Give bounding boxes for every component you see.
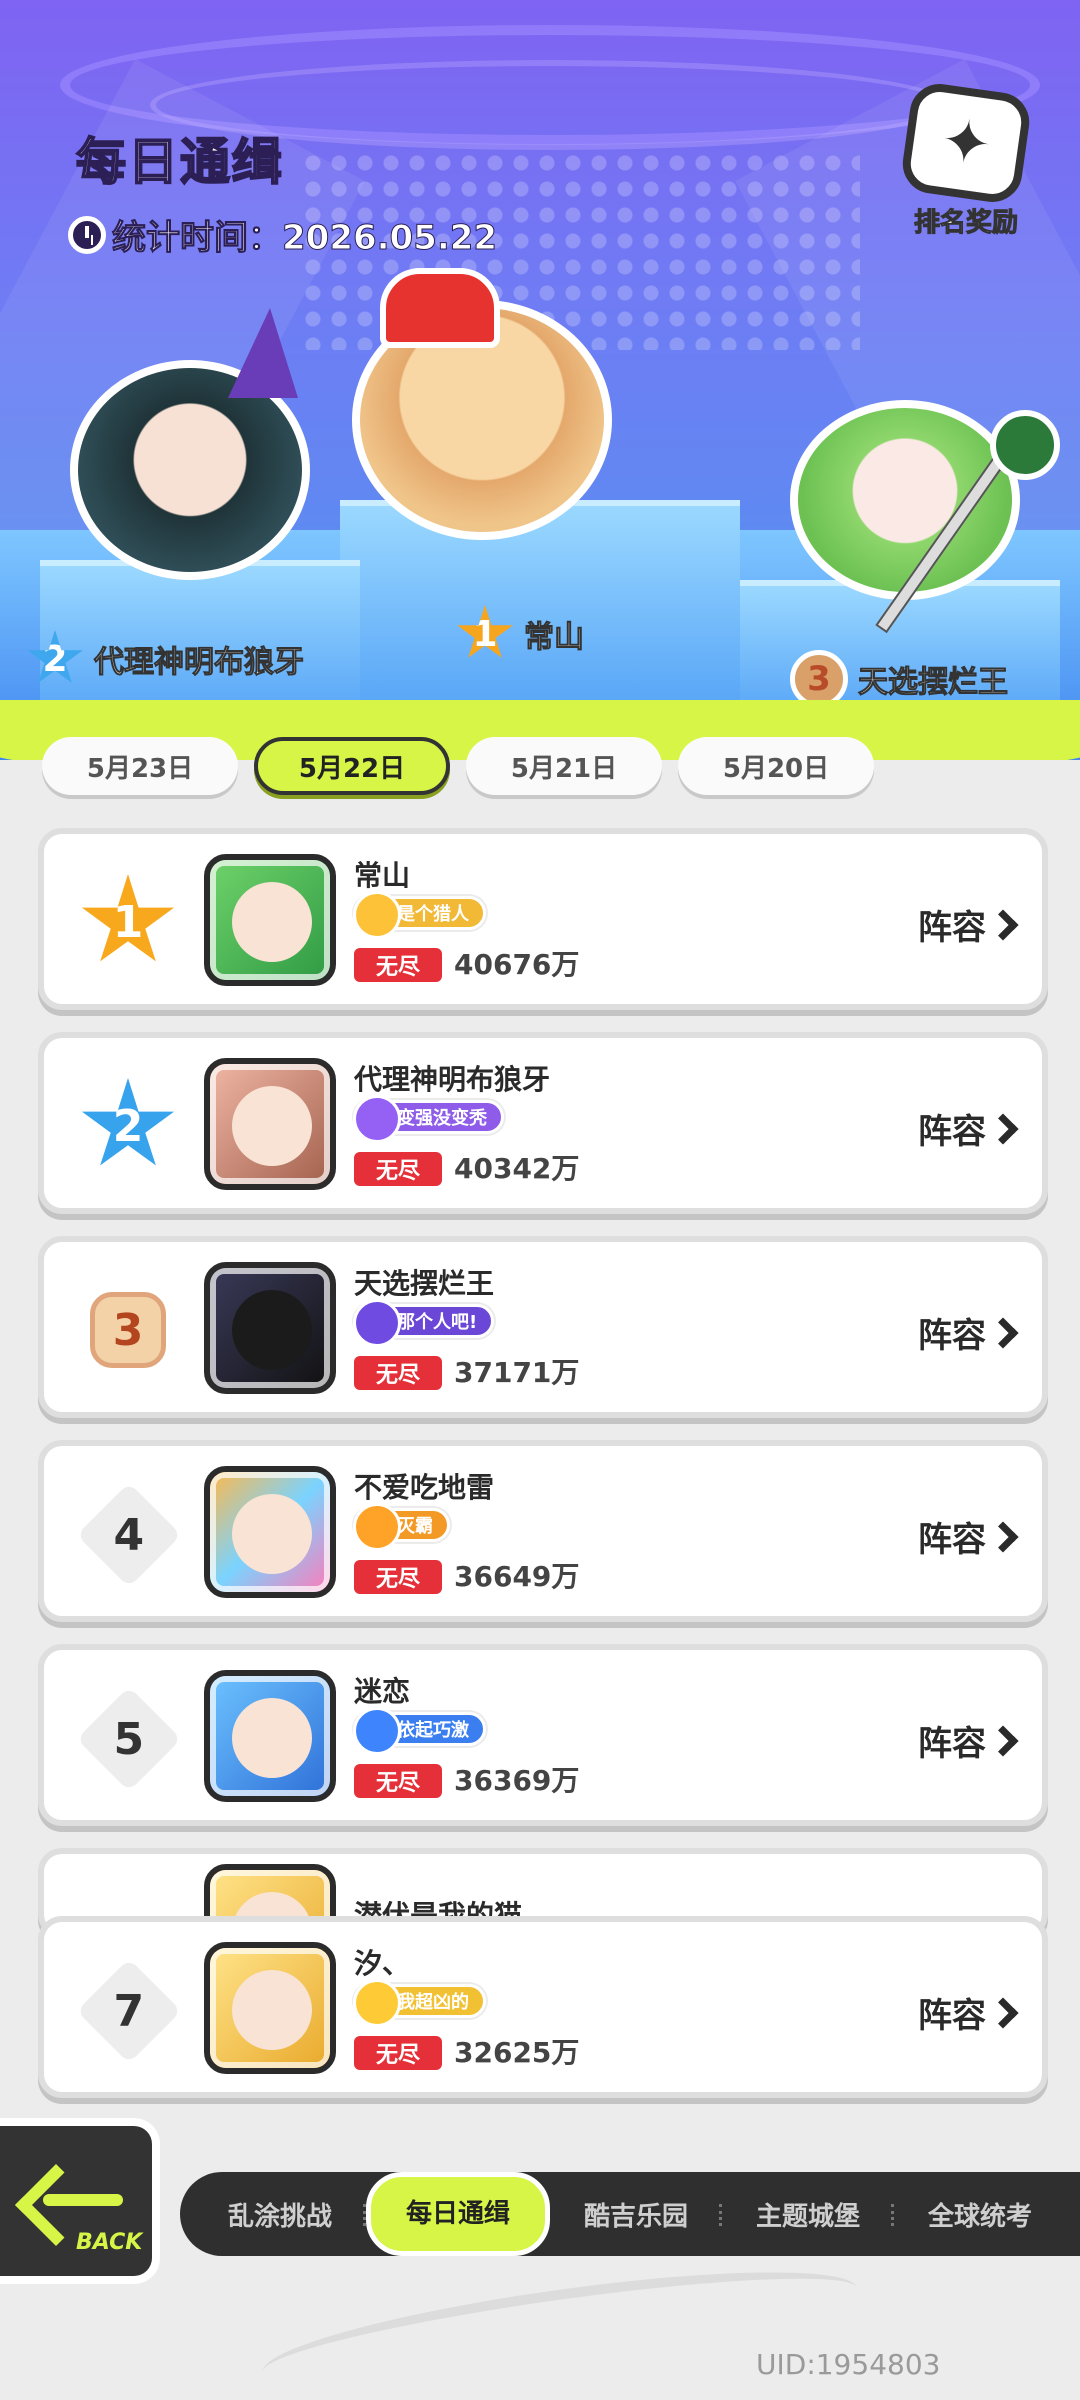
avatar[interactable] (204, 1942, 336, 2074)
ranking-row: 5 迷恋 依起巧激 无尽 36369万 阵容 (38, 1644, 1048, 1826)
title-badge: 灭霸 (354, 1508, 450, 1542)
avatar[interactable] (204, 1466, 336, 1598)
title-badge: 我超凶的 (354, 1984, 486, 2018)
avatar[interactable] (204, 1058, 336, 1190)
player-name: 常山 (354, 859, 411, 892)
score-value: 36369万 (454, 1764, 580, 1797)
date-tab-0520[interactable]: 5月20日 (678, 737, 874, 795)
podium-avatar-first (352, 268, 612, 540)
avatar[interactable] (204, 1262, 336, 1394)
title-badge: 变强没变秃 (354, 1100, 504, 1134)
score-value: 40342万 (454, 1152, 580, 1185)
staff-gem (990, 410, 1060, 480)
player-name: 迷恋 (354, 1675, 411, 1708)
podium-step-first (340, 500, 740, 700)
medal-two-icon: 2 (27, 630, 83, 683)
lineup-button[interactable]: 阵容 (918, 1104, 1019, 1153)
mode-tag: 无尽 (354, 1560, 442, 1594)
avatar[interactable] (204, 854, 336, 986)
podium-avatar-third (790, 400, 1020, 600)
rank-two-icon: 2 (81, 1078, 175, 1166)
lineup-label: 阵容 (918, 1996, 986, 2036)
lineup-button[interactable]: 阵容 (918, 1308, 1019, 1357)
ranking-row: 4 不爱吃地雷 灭霸 无尽 36649万 阵容 (38, 1440, 1048, 1622)
player-name: 代理神明布狼牙 (354, 1063, 551, 1096)
podium-header: 2 代理神明布狼牙 1 常山 3 天选摆烂王 每日通缉 统计时间：2026.05… (0, 0, 1080, 760)
rank-number: 4 (113, 1509, 145, 1561)
lineup-label: 阵容 (918, 1112, 986, 1152)
podium-name-third: 天选摆烂王 (858, 665, 1009, 701)
rank-reward-button[interactable]: ✦ 排名奖励 (896, 80, 1036, 239)
ranking-row: 2 代理神明布狼牙 变强没变秃 无尽 40342万 阵容 (38, 1032, 1048, 1214)
chevron-right-icon (987, 908, 1019, 941)
date-tab-0522[interactable]: 5月22日 (254, 737, 450, 795)
uid-label: UID:1954803 (756, 2348, 941, 2381)
nav-tab-daily-wanted[interactable]: 每日通缉 (366, 2172, 550, 2256)
score-value: 40676万 (454, 948, 580, 981)
title-badge: 依起巧激 (354, 1712, 486, 1746)
clock-icon (68, 215, 106, 254)
rank-one-icon: 1 (81, 874, 175, 962)
mode-tag: 无尽 (354, 2036, 442, 2070)
lineup-button[interactable]: 阵容 (918, 900, 1019, 949)
rank-badge: 5 (76, 1686, 182, 1792)
mode-tag: 无尽 (354, 1356, 442, 1390)
chevron-right-icon (987, 1724, 1019, 1757)
mode-tag: 无尽 (354, 948, 442, 982)
lineup-label: 阵容 (918, 1724, 986, 1764)
reward-box-icon: ✦ (898, 80, 1034, 206)
date-tab-0523[interactable]: 5月23日 (42, 737, 238, 795)
stat-time: 统计时间：2026.05.22 (111, 218, 498, 259)
date-tabs: 5月23日 5月22日 5月21日 5月20日 (42, 737, 874, 795)
score-value: 36649万 (454, 1560, 580, 1593)
player-name: 天选摆烂王 (354, 1267, 495, 1300)
ranking-row: 3 天选摆烂王 那个人吧! 无尽 37171万 阵容 (38, 1236, 1048, 1418)
nav-tab-theme-castle[interactable]: 主题城堡 (722, 2196, 894, 2233)
rank-three-icon: 3 (90, 1292, 166, 1368)
my-ranking-row: 7 汐、 我超凶的 无尽 32625万 阵容 (38, 1916, 1048, 2098)
avatar[interactable] (204, 1670, 336, 1802)
stat-time-row: 统计时间：2026.05.22 (68, 210, 498, 259)
player-name: 不爱吃地雷 (354, 1471, 495, 1504)
score-value: 32625万 (454, 2036, 580, 2069)
rank-number: 5 (113, 1713, 145, 1765)
rank-number: 7 (113, 1985, 145, 2037)
mode-tag: 无尽 (354, 1152, 442, 1186)
player-name: 汐、 (354, 1947, 411, 1980)
ranking-row: 1 常山 是个猎人 无尽 40676万 阵容 (38, 828, 1048, 1010)
date-tab-0521[interactable]: 5月21日 (466, 737, 662, 795)
score-value: 37171万 (454, 1356, 580, 1389)
title-badge: 是个猎人 (354, 896, 486, 930)
lineup-label: 阵容 (918, 1520, 986, 1560)
lineup-label: 阵容 (918, 908, 986, 948)
podium-name-first: 常山 (524, 620, 585, 656)
ranking-list[interactable]: 1 常山 是个猎人 无尽 40676万 阵容 2 代理神明布狼牙 变强没变秃 无… (38, 828, 1050, 1960)
back-label: BACK (76, 2230, 143, 2255)
title-badge: 那个人吧! (354, 1304, 495, 1338)
page-title: 每日通缉 (75, 132, 284, 192)
rank-reward-label: 排名奖励 (913, 208, 1018, 239)
lineup-button[interactable]: 阵容 (918, 1988, 1019, 2037)
lineup-label: 阵容 (918, 1316, 986, 1356)
nav-tab-global-exam[interactable]: 全球统考 (894, 2196, 1066, 2233)
chevron-right-icon (987, 1520, 1019, 1553)
nav-tab-kuji-park[interactable]: 酷吉乐园 (550, 2196, 722, 2233)
chevron-right-icon (987, 1996, 1019, 2029)
podium-label-first: 1 常山 (456, 605, 585, 663)
chevron-right-icon (987, 1112, 1019, 1145)
mode-tag: 无尽 (354, 1764, 442, 1798)
chevron-right-icon (987, 1316, 1019, 1349)
lineup-button[interactable]: 阵容 (918, 1512, 1019, 1561)
bottom-nav: 乱涂挑战 每日通缉 酷吉乐园 主题城堡 全球统考 (180, 2172, 1080, 2256)
lineup-button[interactable]: 阵容 (918, 1716, 1019, 1765)
rank-badge: 4 (76, 1482, 182, 1588)
podium-name-second: 代理神明布狼牙 (94, 645, 305, 681)
podium-label-second: 2 代理神明布狼牙 (26, 630, 305, 688)
podium-avatar-second (70, 308, 310, 580)
nav-tab-doodle-challenge[interactable]: 乱涂挑战 (194, 2196, 366, 2233)
rank-badge: 7 (76, 1958, 182, 2064)
back-button[interactable]: BACK (0, 2118, 160, 2284)
medal-one-icon: 1 (457, 605, 513, 658)
